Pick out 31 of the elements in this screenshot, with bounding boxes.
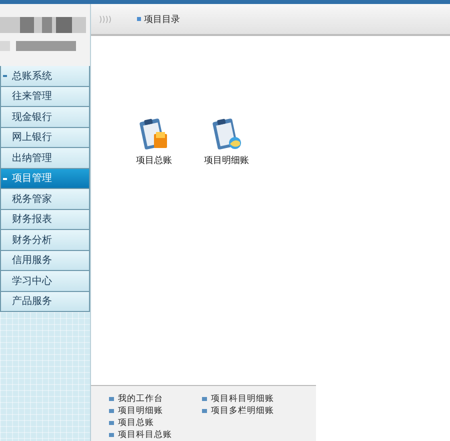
quick-link[interactable]: 项目明细账 [118, 405, 163, 417]
minus-icon [3, 75, 7, 77]
sidebar-item[interactable]: 财务报表 [0, 210, 90, 230]
bullet-icon [109, 397, 114, 401]
sidebar-item[interactable]: 现金银行 [0, 107, 90, 128]
quick-link[interactable]: 项目总账 [118, 417, 154, 429]
quick-link[interactable]: 项目科目明细账 [211, 393, 274, 405]
sidebar-item[interactable]: 项目管理 [0, 168, 90, 189]
bullet-icon [202, 397, 207, 401]
icon-label[interactable]: 项目总账 [136, 154, 172, 167]
bullet-icon [109, 433, 114, 437]
sidebar-item[interactable]: 信用服务 [0, 250, 90, 271]
sidebar-item[interactable]: 学习中心 [0, 271, 90, 292]
sidebar-item[interactable]: 总账系统 [0, 66, 90, 86]
sidebar-item[interactable]: 往来管理 [0, 86, 90, 107]
sidebar-item[interactable]: 税务管家 [0, 189, 90, 210]
bullet-icon [202, 409, 207, 413]
bullet-icon [109, 409, 114, 413]
quick-link[interactable]: 项目多栏明细账 [211, 405, 274, 417]
sidebar-item[interactable]: 网上银行 [0, 128, 90, 148]
clipboard-globe-icon[interactable] [210, 117, 244, 151]
sidebar-item[interactable]: 出纳管理 [0, 148, 90, 168]
icon-label[interactable]: 项目明细账 [204, 154, 249, 167]
quick-link[interactable]: 项目科目总账 [118, 429, 172, 441]
breadcrumb-title: 项目目录 [144, 14, 180, 26]
sidebar-item[interactable]: 产品服务 [0, 292, 90, 312]
minus-icon [3, 178, 7, 180]
bullet-icon [137, 17, 141, 21]
sidebar-item[interactable]: 财务分析 [0, 230, 90, 250]
bullet-icon [109, 421, 114, 425]
quick-link[interactable]: 我的工作台 [118, 393, 163, 405]
